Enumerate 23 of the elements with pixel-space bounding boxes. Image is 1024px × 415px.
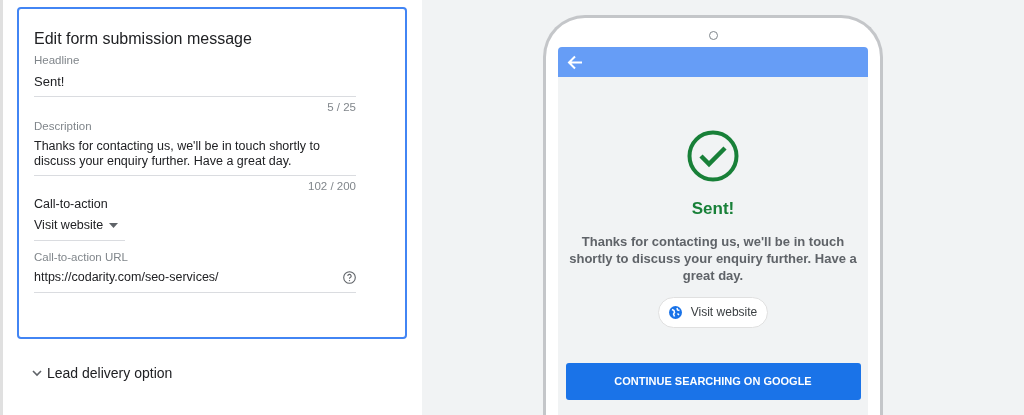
visit-website-button[interactable]: Visit website <box>657 296 769 328</box>
field-label: Call-to-action URL <box>34 250 129 264</box>
url-value: https://codarity.com/seo-services/ <box>34 270 219 285</box>
continue-button[interactable]: CONTINUE SEARCHING ON GOOGLE <box>565 362 861 400</box>
globe-icon <box>668 305 682 319</box>
form-title: Edit form submission message <box>34 29 253 49</box>
back-arrow-icon[interactable] <box>567 54 583 70</box>
help-icon[interactable] <box>343 271 356 284</box>
caret-icon <box>109 223 119 228</box>
url-field[interactable]: https://codarity.com/seo-services/ <box>34 264 356 293</box>
description-field[interactable]: Thanks for contacting us, we'll be in touch shortly to discuss your enquiry further. Have a great day. <box>34 133 356 176</box>
field-label: Description <box>34 119 93 133</box>
cta-dropdown[interactable]: Visit website <box>34 212 125 241</box>
field-label: Call-to-action <box>34 197 109 212</box>
chevron-icon <box>32 370 42 377</box>
check-circle-icon <box>687 130 739 182</box>
character-counter: 102 / 200 <box>307 179 356 193</box>
field-label: Headline <box>34 53 81 67</box>
lead-delivery-toggle[interactable]: Lead delivery option <box>32 363 408 384</box>
character-counter: 5 / 25 <box>326 100 356 114</box>
preview-headline: Sent! <box>691 198 735 220</box>
preview-description: Thanks for contacting us, we'll be in touch shortly to discuss your enquiry further. Have a great day. <box>568 232 858 284</box>
headline-field[interactable]: Sent! <box>34 67 356 97</box>
